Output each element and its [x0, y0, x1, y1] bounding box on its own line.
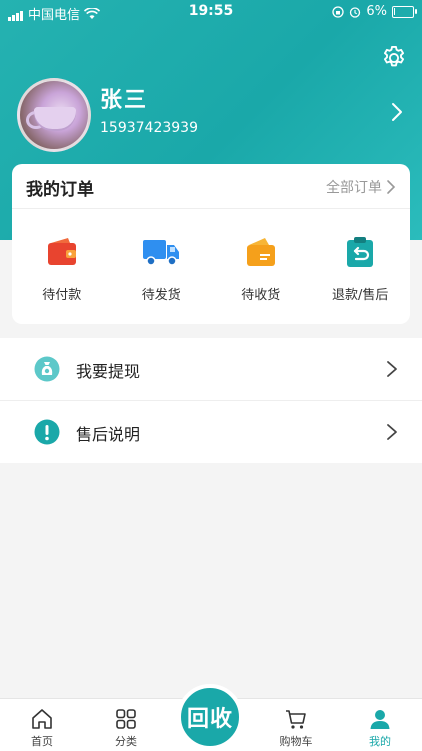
wallet-icon — [47, 238, 76, 265]
order-status-to-ship[interactable]: 待发货 — [112, 234, 212, 303]
profile-chevron-right-icon[interactable] — [390, 102, 404, 122]
chevron-right-icon — [387, 424, 397, 440]
status-bar: 中国电信 19:55 6% — [0, 0, 422, 23]
all-orders-link[interactable]: 全部订单 — [326, 177, 396, 197]
status-right: 6% — [332, 4, 417, 19]
user-icon — [370, 710, 390, 729]
order-status-refund[interactable]: 退款/售后 — [311, 234, 411, 303]
grid-icon — [116, 709, 136, 729]
user-name: 张三 — [100, 88, 149, 113]
orders-title: 我的订单 — [26, 180, 94, 200]
menu-item-label: 我要提现 — [76, 362, 141, 381]
settings-gear-icon[interactable] — [380, 44, 408, 72]
order-status-label: 待付款 — [42, 288, 82, 303]
order-status-to-receive[interactable]: 待收货 — [211, 234, 311, 303]
menu-item-label: 售后说明 — [76, 425, 141, 444]
money-bag-icon — [34, 356, 60, 382]
tab-label: 我的 — [369, 735, 391, 748]
menu-list: 我要提现 售后说明 — [0, 338, 422, 463]
package-icon — [246, 238, 275, 266]
tab-label: 首页 — [31, 735, 53, 748]
menu-item-after-sales[interactable]: 售后说明 — [0, 401, 422, 463]
tab-cart[interactable]: 购物车 — [254, 699, 338, 749]
order-status-unpaid[interactable]: 待付款 — [12, 234, 112, 303]
tab-home[interactable]: 首页 — [0, 699, 84, 749]
chevron-right-icon — [387, 361, 397, 377]
tab-category[interactable]: 分类 — [84, 699, 168, 749]
orders-header: 我的订单 全部订单 — [12, 164, 410, 209]
order-status-label: 待收货 — [241, 288, 281, 303]
battery-icon — [392, 5, 417, 18]
refund-icon — [347, 237, 374, 267]
exclamation-icon — [34, 419, 60, 445]
orders-card: 我的订单 全部订单 待付款 待发货 待收货 退款/售后 — [12, 164, 410, 324]
recycle-center-button[interactable]: 回收 — [177, 684, 243, 750]
battery-percent: 6% — [366, 4, 387, 19]
home-icon — [32, 709, 52, 729]
user-phone: 15937423939 — [100, 120, 198, 136]
avatar[interactable] — [17, 78, 91, 152]
battery-fill — [394, 7, 395, 15]
all-orders-label: 全部订单 — [326, 180, 382, 196]
menu-item-withdraw[interactable]: 我要提现 — [0, 338, 422, 401]
truck-icon — [143, 240, 180, 266]
chevron-right-icon — [387, 180, 396, 194]
tab-label: 分类 — [115, 735, 137, 748]
alarm-icon — [350, 6, 361, 18]
tab-label: 购物车 — [279, 735, 313, 748]
lock-rotation-icon — [332, 5, 345, 18]
tab-mine[interactable]: 我的 — [338, 699, 422, 749]
cart-icon — [286, 710, 306, 729]
order-status-label: 待发货 — [141, 288, 181, 303]
order-status-label: 退款/售后 — [332, 288, 389, 303]
order-status-list: 待付款 待发货 待收货 退款/售后 — [12, 234, 410, 303]
